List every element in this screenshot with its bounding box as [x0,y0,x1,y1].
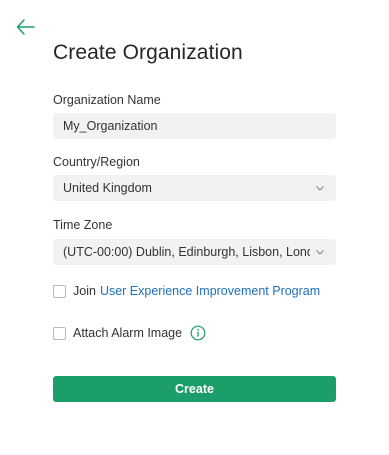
join-program-checkbox[interactable] [53,284,66,298]
timezone-select[interactable]: (UTC-00:00) Dublin, Edinburgh, Lisbon, L… [53,239,336,265]
ux-program-link[interactable]: User Experience Improvement Program [100,284,320,298]
join-program-prefix: Join [73,284,96,298]
timezone-value: (UTC-00:00) Dublin, Edinburgh, Lisbon, L… [63,245,310,259]
join-program-row: Join User Experience Improvement Program [53,284,320,298]
create-button[interactable]: Create [53,376,336,402]
chevron-down-icon [316,250,324,255]
attach-alarm-label: Attach Alarm Image [73,326,183,340]
org-name-input[interactable]: My_Organization [53,113,336,139]
timezone-label: Time Zone [53,218,113,232]
attach-alarm-checkbox[interactable] [53,326,66,340]
org-name-value: My_Organization [63,119,158,133]
attach-alarm-row: Attach Alarm Image [53,325,206,341]
back-button[interactable] [15,16,37,38]
country-label: Country/Region [53,155,140,169]
chevron-down-icon [316,186,324,191]
country-value: United Kingdom [63,181,152,195]
org-name-label: Organization Name [53,93,161,107]
page-title: Create Organization [53,41,243,64]
arrow-left-icon [16,19,35,35]
info-icon[interactable] [190,325,206,341]
country-select[interactable]: United Kingdom [53,175,336,201]
